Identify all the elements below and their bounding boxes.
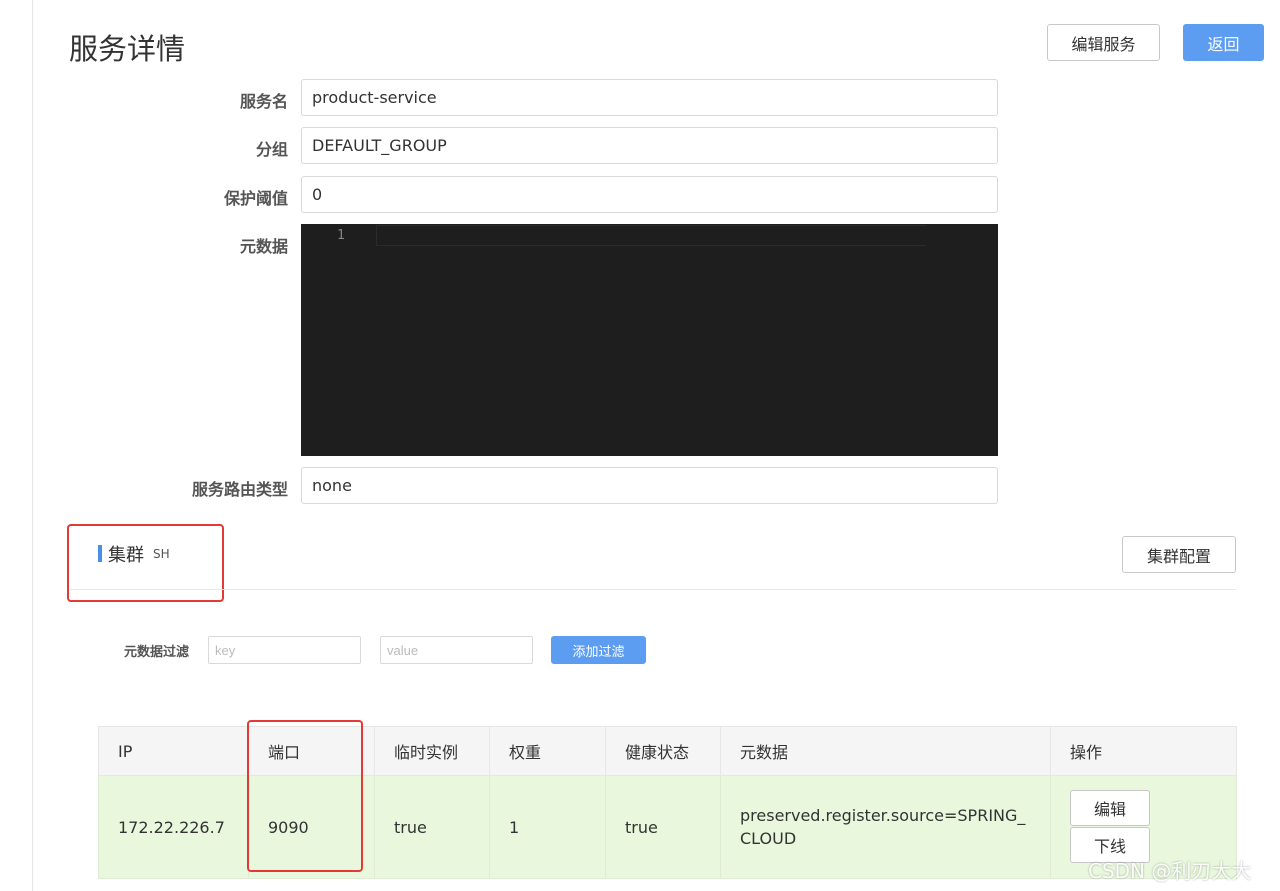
instance-ephemeral: true: [374, 775, 490, 879]
watermark: CSDN @利刃大大: [1088, 859, 1252, 883]
metadata-editor[interactable]: 1: [301, 224, 998, 456]
column-header-weight: 权重: [489, 726, 606, 776]
instance-weight: 1: [489, 775, 606, 879]
service-name-label: 服务名: [239, 92, 288, 111]
column-header-health: 健康状态: [605, 726, 721, 776]
instance-ip: 172.22.226.7: [98, 775, 249, 879]
metadata-filter-label: 元数据过滤: [124, 645, 190, 660]
cluster-highlight-box: [67, 524, 224, 602]
protect-threshold-label: 保护阈值: [223, 189, 288, 208]
column-header-actions: 操作: [1050, 726, 1237, 776]
route-type-field[interactable]: none: [301, 467, 998, 504]
edit-service-button[interactable]: 编辑服务: [1047, 24, 1160, 61]
port-highlight-box: [247, 720, 363, 872]
filter-key-input[interactable]: [208, 636, 361, 664]
add-filter-button[interactable]: 添加过滤: [551, 636, 646, 664]
line-number: 1: [337, 228, 345, 243]
left-border: [32, 0, 33, 891]
current-line-highlight: [376, 225, 926, 246]
group-field[interactable]: DEFAULT_GROUP: [301, 127, 998, 164]
instance-metadata: preserved.register.source=SPRING_CLOUD: [720, 775, 1051, 879]
column-header-metadata: 元数据: [720, 726, 1051, 776]
protect-threshold-field[interactable]: 0: [301, 176, 998, 213]
route-type-label: 服务路由类型: [191, 480, 288, 499]
column-header-ip: IP: [98, 726, 249, 776]
group-label: 分组: [255, 140, 288, 159]
metadata-label: 元数据: [239, 237, 288, 256]
page-title: 服务详情: [69, 32, 186, 66]
instance-health: true: [605, 775, 721, 879]
back-button[interactable]: 返回: [1183, 24, 1264, 61]
edit-instance-button[interactable]: 编辑: [1070, 790, 1150, 826]
cluster-config-button[interactable]: 集群配置: [1122, 536, 1236, 573]
column-header-ephemeral: 临时实例: [374, 726, 490, 776]
service-name-field[interactable]: product-service: [301, 79, 998, 116]
filter-value-input[interactable]: [380, 636, 533, 664]
section-divider: [70, 589, 1236, 590]
